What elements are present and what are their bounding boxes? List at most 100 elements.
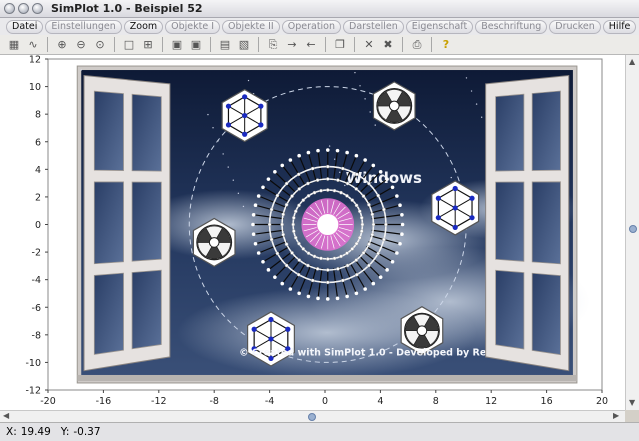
table-icon[interactable]: ▤	[217, 37, 233, 53]
rosette-ring-dot	[301, 198, 306, 202]
star	[328, 145, 331, 147]
rosette-outer-dot	[280, 163, 285, 168]
menu-hilfe[interactable]: Hilfe	[602, 19, 637, 34]
arrow-right-icon[interactable]: →	[284, 37, 300, 53]
copy-icon[interactable]: ⎘	[265, 37, 281, 53]
scroll-down-icon[interactable]: ▼	[629, 398, 635, 407]
rosette-outer-dot	[266, 268, 271, 272]
zoom-out-icon[interactable]: ⊖	[73, 37, 89, 53]
star	[227, 166, 229, 168]
rosette-ring-dot	[297, 203, 301, 208]
hexagon-node	[469, 215, 475, 221]
rosette-ring-dot	[296, 172, 301, 177]
rosette-outer-dot	[371, 281, 376, 286]
calculator-icon[interactable]: ▦	[6, 37, 22, 53]
horizontal-scroll-thumb[interactable]	[308, 413, 316, 421]
rosette-ring-dot	[355, 172, 359, 177]
rosette-ring-dot	[312, 190, 317, 195]
rosette-ring-dot	[367, 263, 371, 268]
zoom-fit-icon[interactable]: ⊙	[92, 37, 108, 53]
cross-icon[interactable]: ✕	[361, 37, 377, 53]
rosette-ring-dot	[354, 187, 359, 191]
rosette-ring-dot	[325, 280, 330, 285]
status-y-label: Y:	[60, 426, 70, 438]
scroll-right-icon[interactable]: ▶	[613, 411, 619, 420]
glass-pane	[93, 90, 124, 171]
print-icon[interactable]: ⎙	[409, 37, 425, 53]
toolbar-divider	[258, 37, 259, 52]
toolbar-divider	[402, 37, 403, 52]
rosette-ring-dot	[376, 251, 380, 256]
rosette-outer-dot	[400, 222, 405, 227]
rosette-outer-dot	[273, 170, 277, 174]
rosette-ring-dot	[325, 268, 330, 272]
hexagon-node	[452, 205, 458, 211]
rosette-ring-dot	[310, 166, 315, 171]
rosette-ring-dot	[310, 278, 315, 283]
glass-pane	[531, 90, 561, 171]
scroll-left-icon[interactable]: ◀	[3, 411, 9, 420]
menu-einstellungen: Einstellungen	[45, 19, 122, 34]
glass-pane	[93, 181, 124, 265]
status-x: X: 19.49	[6, 426, 51, 438]
vertical-scroll-thumb[interactable]	[629, 225, 637, 233]
star	[369, 111, 371, 113]
menu-objekte-i: Objekte I	[165, 19, 221, 34]
overlay-windows-text: Windows	[346, 169, 422, 187]
rosette-ring-dot	[361, 194, 366, 198]
star	[242, 205, 245, 208]
menu-drucken: Drucken	[549, 19, 601, 34]
left-window-shutter	[83, 74, 171, 372]
rosette-ring-dot	[336, 267, 340, 271]
star	[333, 158, 336, 160]
vertical-scrollbar[interactable]: ▲ ▼	[625, 55, 639, 410]
plot-canvas[interactable]: 121086420-2-4-6-8-10-12-20 -16 -12 -8 -4 0 4 8 1…	[0, 55, 625, 410]
grid-small-icon[interactable]: ⊞	[140, 37, 156, 53]
rosette-outer-dot	[280, 281, 285, 286]
rosette-outer-dot	[288, 287, 293, 291]
close-window-button[interactable]	[4, 3, 15, 14]
help-icon[interactable]: ?	[438, 37, 454, 53]
menu-datei[interactable]: Datei	[6, 19, 44, 34]
maximize-window-button[interactable]	[32, 3, 43, 14]
y-tick-label: 6	[35, 137, 41, 148]
rosette-ring-dot	[371, 222, 376, 227]
select-b-icon[interactable]: ▣	[188, 37, 204, 53]
hexagon-node	[285, 326, 291, 332]
cross-bold-icon[interactable]: ✖	[380, 37, 396, 53]
toolbar: ▦ ∿ ⊕ ⊖ ⊙ □ ⊞ ▣ ▣ ▤ ▧ ⎘ → ← ❐ ✕ ✖ ⎙ ?	[0, 35, 639, 55]
toolbar-divider	[162, 37, 163, 52]
select-a-icon[interactable]: ▣	[169, 37, 185, 53]
rosette-ring-dot	[293, 209, 298, 214]
rosette-ring-dot	[354, 203, 359, 208]
menu-bar: Datei Einstellungen Zoom Objekte I Objekte I…	[0, 18, 639, 35]
rosette-ring-dot	[360, 222, 365, 227]
rosette-ring-dot	[290, 194, 294, 198]
toolbar-divider	[431, 37, 432, 52]
rosette-ring-dot	[350, 198, 355, 202]
rosette-outer-dot	[395, 251, 399, 255]
rosette-outer-dot	[354, 153, 359, 158]
rosette-ring-dot	[357, 209, 362, 214]
horizontal-scrollbar[interactable]: ◀ ▶	[0, 410, 625, 422]
star	[465, 77, 468, 79]
rosette-outer-dot	[395, 194, 399, 198]
rosette-outer-dot	[345, 294, 349, 299]
pages-icon[interactable]: ❐	[332, 37, 348, 53]
hexagon-node	[242, 131, 248, 137]
zoom-in-icon[interactable]: ⊕	[54, 37, 70, 53]
rosette-ring-dot	[370, 212, 375, 217]
window-sill	[77, 374, 577, 381]
scroll-up-icon[interactable]: ▲	[629, 57, 635, 66]
square-icon[interactable]: □	[121, 37, 137, 53]
plot-area[interactable]: 12 10 8 6 4 2 0 -2 -4 -6 -8 -10 -12 -20 -16 -12 -8 -4 0 4 8 1…	[0, 55, 639, 410]
menu-zoom[interactable]: Zoom	[123, 19, 164, 34]
image-settings-icon[interactable]: ▧	[236, 37, 252, 53]
y-tick-label: 10	[29, 82, 41, 93]
minimize-window-button[interactable]	[18, 3, 29, 14]
rosette-outer-dot	[251, 222, 255, 227]
y-tick-label: 8	[35, 110, 41, 121]
arrow-left-icon[interactable]: ←	[303, 37, 319, 53]
function-icon[interactable]: ∿	[25, 37, 41, 53]
menu-operation: Operation	[281, 19, 342, 34]
